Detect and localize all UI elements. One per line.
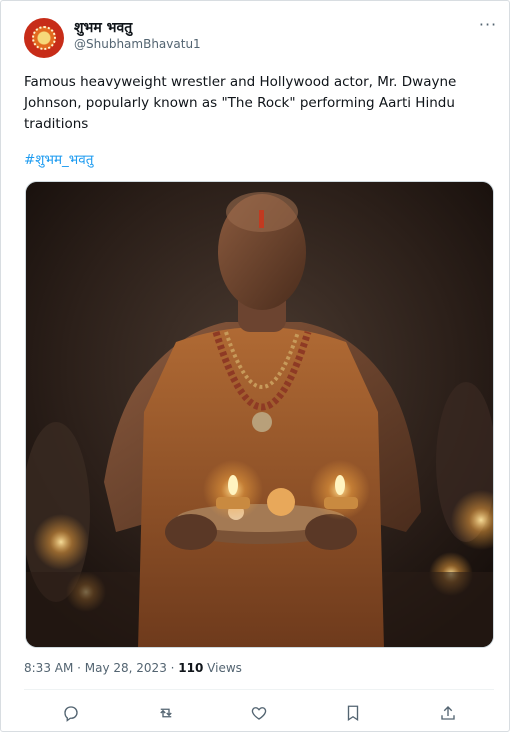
display-name[interactable]: शुभम भवतु: [74, 18, 132, 37]
bookmark-icon[interactable]: [341, 701, 365, 725]
more-options-icon[interactable]: ···: [477, 17, 499, 37]
tweet-text: Famous heavyweight wrestler and Hollywoo…: [24, 74, 457, 132]
retweet-icon[interactable]: [154, 701, 178, 725]
views-label: Views: [203, 661, 242, 675]
tweet-metadata: 8:33 AM · May 28, 2023 · 110 Views: [24, 661, 242, 675]
tweet-image[interactable]: [25, 181, 494, 648]
reply-icon[interactable]: [59, 701, 83, 725]
divider: [24, 689, 494, 690]
timestamp[interactable]: 8:33 AM · May 28, 2023 ·: [24, 661, 178, 675]
like-icon[interactable]: [247, 701, 271, 725]
hashtag-link[interactable]: #शुभम_भवतु: [24, 150, 94, 168]
share-icon[interactable]: [436, 701, 460, 725]
views-count: 110: [178, 661, 204, 675]
user-handle[interactable]: @ShubhamBhavatu1: [74, 37, 201, 51]
avatar[interactable]: [24, 18, 64, 58]
tweet-card: शुभम भवतु @ShubhamBhavatu1 ··· Famous he…: [0, 0, 510, 732]
